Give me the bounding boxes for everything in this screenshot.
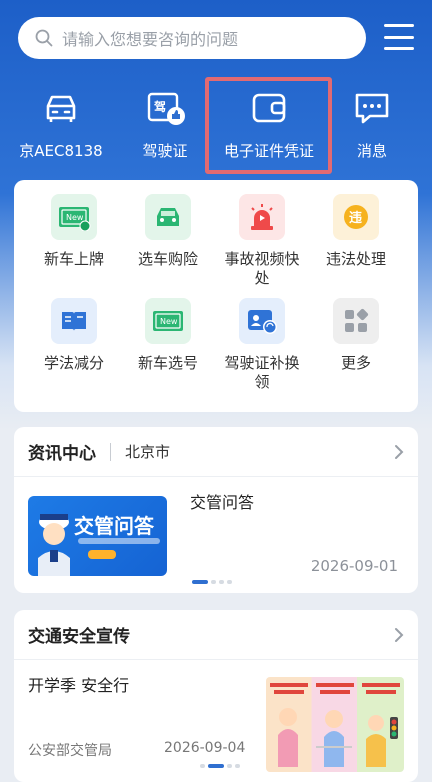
quick-item-license[interactable]: 驾 驾驶证 — [122, 80, 208, 170]
highlight-box — [205, 77, 332, 174]
more-grid-icon — [333, 298, 379, 344]
message-icon — [355, 93, 389, 124]
new-plate-icon: New — [51, 194, 97, 240]
license-icon: 驾 — [147, 92, 185, 125]
car-insurance-icon — [145, 194, 191, 240]
new-number-icon: New — [145, 298, 191, 344]
news-item-date: 2026-09-01 — [310, 557, 398, 575]
license-renew-icon — [239, 298, 285, 344]
search-icon — [35, 29, 53, 47]
news-center-card: 资讯中心 北京市 交管问答 交管问答 2026-09-01 — [14, 427, 418, 593]
quick-item-label: 京AEC8138 — [19, 142, 103, 160]
svg-text:违: 违 — [349, 210, 362, 226]
poster-illustration-icon — [270, 683, 400, 767]
service-license-renew[interactable]: 驾驶证补换领 — [214, 298, 310, 392]
safety-publicity-card: 交通安全宣传 开学季 安全行 公安部交管局 2026-09-04 — [14, 610, 418, 782]
service-accident-video[interactable]: 事故视频快处 — [214, 194, 310, 288]
carousel-indicator — [200, 764, 240, 768]
chevron-right-icon[interactable] — [394, 444, 404, 460]
quick-item-vehicle[interactable]: 京AEC8138 — [18, 80, 104, 170]
book-icon — [51, 298, 97, 344]
svg-text:驾: 驾 — [153, 99, 166, 114]
service-more[interactable]: 更多 — [308, 298, 404, 373]
chevron-right-icon[interactable] — [394, 627, 404, 643]
thumbnail-badge — [88, 550, 116, 559]
service-label: 违法处理 — [325, 250, 386, 268]
service-label: 新车上牌 — [43, 250, 104, 268]
news-title: 资讯中心 — [28, 444, 96, 464]
car-icon — [46, 95, 76, 122]
quick-item-messages[interactable]: 消息 — [340, 80, 404, 170]
service-new-plate[interactable]: New 新车上牌 — [26, 194, 122, 269]
service-car-insurance[interactable]: 选车购险 — [120, 194, 216, 269]
service-label: 事故视频快处 — [224, 250, 300, 287]
safety-item-title[interactable]: 开学季 安全行 — [28, 672, 129, 696]
services-card: New 新车上牌 选车购险 事故视频快处 违 违法处理 学法减分 New 新车选… — [14, 180, 418, 412]
search-bar[interactable]: 请输入您想要咨询的问题 — [18, 17, 366, 59]
news-thumbnail[interactable]: 交管问答 — [28, 496, 167, 576]
hamburger-menu-icon[interactable] — [384, 24, 414, 50]
quick-item-label: 消息 — [356, 142, 387, 160]
violation-icon: 违 — [333, 194, 379, 240]
service-label: 选车购险 — [137, 250, 198, 268]
divider — [110, 442, 111, 461]
service-new-number[interactable]: New 新车选号 — [120, 298, 216, 373]
city-selector[interactable]: 北京市 — [125, 441, 170, 462]
thumbnail-subtitle-bar — [78, 538, 160, 544]
search-placeholder: 请输入您想要咨询的问题 — [62, 30, 239, 49]
safety-item-date: 2026-09-04 — [164, 740, 246, 756]
service-label: 新车选号 — [137, 354, 198, 372]
safety-item-source: 公安部交管局 — [28, 743, 112, 759]
thumbnail-title: 交管问答 — [74, 514, 154, 538]
service-label: 学法减分 — [43, 354, 104, 372]
quick-item-label: 驾驶证 — [142, 142, 188, 160]
news-item-title[interactable]: 交管问答 — [190, 489, 254, 513]
service-violation[interactable]: 违 违法处理 — [308, 194, 404, 269]
safety-poster-image[interactable] — [266, 677, 404, 772]
carousel-indicator — [192, 580, 232, 584]
safety-header[interactable]: 交通安全宣传 — [14, 610, 418, 660]
police-figure-icon — [38, 514, 70, 576]
alarm-icon — [239, 194, 285, 240]
svg-text:New: New — [160, 317, 178, 326]
safety-title: 交通安全宣传 — [28, 627, 130, 647]
news-header[interactable]: 资讯中心 北京市 — [14, 427, 418, 477]
service-label: 驾驶证补换领 — [224, 354, 300, 391]
service-label: 更多 — [340, 354, 371, 372]
svg-text:New: New — [66, 213, 84, 222]
service-study-law[interactable]: 学法减分 — [26, 298, 122, 373]
